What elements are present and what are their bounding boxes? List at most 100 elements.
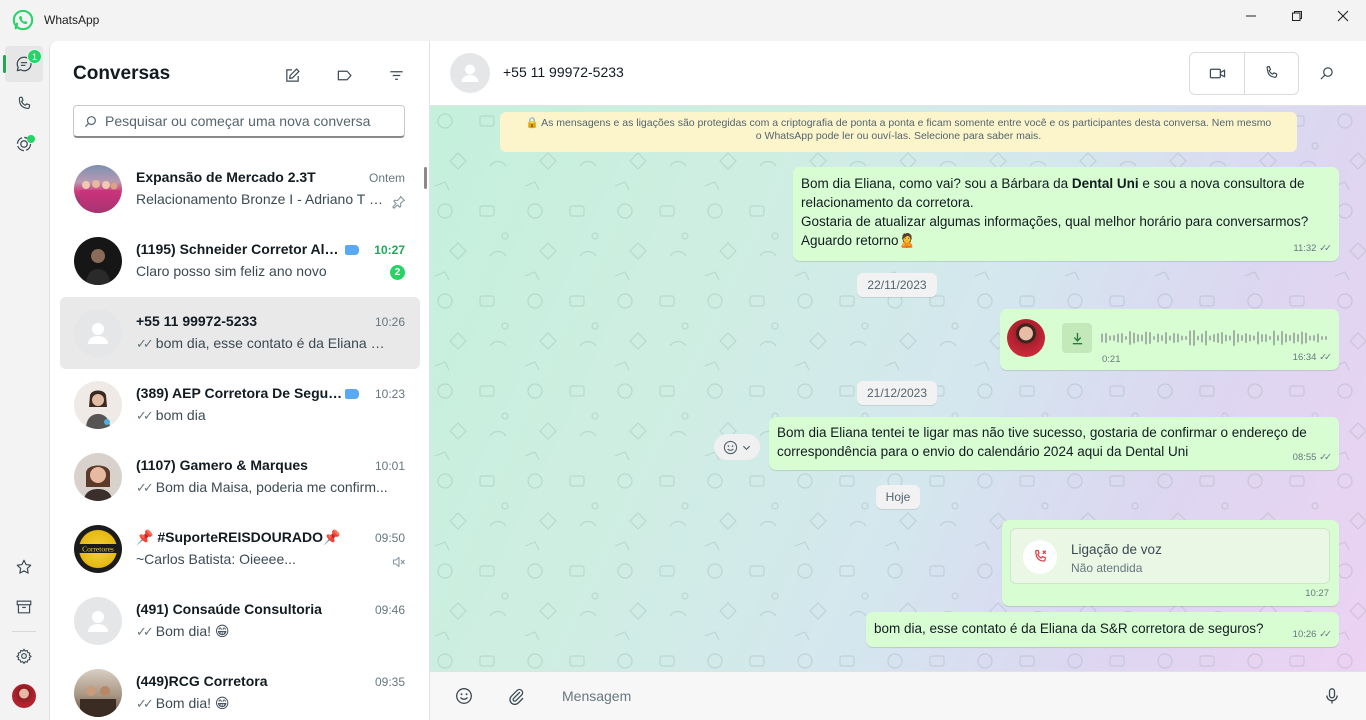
message-input[interactable] [562, 684, 1262, 708]
waveform-bar [1141, 334, 1143, 342]
waveform-bar [1181, 335, 1183, 341]
search-in-chat-button[interactable] [1316, 63, 1336, 83]
waveform-bar [1273, 330, 1275, 346]
outgoing-message[interactable]: bom dia, esse contato é da Eliana da S&R… [866, 612, 1339, 647]
react-button[interactable] [714, 434, 760, 460]
filter-button[interactable] [382, 61, 410, 89]
message-text: bom dia, esse contato é da Eliana da S&R… [874, 621, 1264, 636]
default-avatar [74, 309, 122, 357]
outgoing-audio-message[interactable]: 0:21 16:34 ✓✓ [1000, 309, 1339, 370]
label-tag-icon [345, 245, 359, 255]
waveform-bar [1157, 333, 1159, 343]
waveform-bar [1185, 336, 1187, 340]
chat-item-consaude-consultoria[interactable]: (491) Consaúde Consultoria 09:46 ✓✓ Bom d… [60, 585, 420, 657]
close-button[interactable] [1320, 0, 1366, 32]
chat-list-scrollbar[interactable] [424, 167, 427, 189]
contact-avatar [74, 381, 122, 429]
contact-avatar[interactable] [450, 53, 490, 93]
contact-avatar [74, 237, 122, 285]
label-icon [337, 70, 352, 80]
video-camera-icon [1209, 68, 1225, 79]
outgoing-message[interactable]: Bom dia Eliana, como vai? sou a Bárbara … [793, 167, 1339, 261]
chat-name: (491) Consaúde Consultoria [136, 601, 322, 617]
audio-waveform [1101, 330, 1327, 346]
calls-icon [18, 96, 31, 109]
message-text: Bom dia Eliana, como vai? sou a Bárbara … [801, 176, 1305, 191]
message-meta: 08:55 ✓✓ [1292, 452, 1332, 463]
new-chat-icon [285, 67, 300, 82]
chat-time: 10:26 [374, 315, 405, 329]
rail-starred-button[interactable] [5, 549, 43, 585]
encryption-notice[interactable]: 🔒 As mensagens e as ligações são protegi… [500, 112, 1297, 152]
waveform-bar [1277, 335, 1279, 341]
waveform-bar [1101, 333, 1103, 343]
chat-name: (1195) Schneider Corretor Alex... [136, 241, 339, 257]
chat-name: (389) AEP Corretora De Seguros [136, 385, 346, 401]
missed-call-message[interactable]: Ligação de voz Não atendida 10:27 [1002, 520, 1339, 606]
chat-item-rcg-corretora[interactable]: (449)RCG Corretora 09:35 ✓✓ Bom dia! 😁 [60, 657, 420, 720]
double-check-icon: ✓✓ [136, 408, 154, 423]
waveform-bar [1161, 335, 1163, 341]
rail-settings-button[interactable] [5, 638, 43, 674]
outgoing-message[interactable]: Bom dia Eliana tentei te ligar mas não t… [769, 417, 1339, 470]
waveform-bar [1217, 333, 1219, 343]
waveform-bar [1281, 331, 1283, 345]
sidebar-title: Conversas [73, 63, 171, 84]
call-title: Ligação de voz [1071, 542, 1162, 557]
restore-button[interactable] [1274, 0, 1320, 32]
chat-item-expansao-de-mercado[interactable]: Expansão de Mercado 2.3T Ontem Relaciona… [60, 153, 420, 225]
labels-button[interactable] [330, 61, 358, 89]
contact-name[interactable]: +55 11 99972-5233 [503, 64, 624, 80]
waveform-bar [1145, 331, 1147, 345]
sender-avatar [1007, 319, 1045, 357]
chat-preview: Claro posso sim feliz ano novo [136, 263, 327, 279]
attach-button[interactable] [506, 686, 526, 706]
group-avatar [74, 165, 122, 213]
waveform-bar [1205, 330, 1207, 346]
date-separator: 22/11/2023 [857, 273, 937, 297]
chat-item-aep-corretora[interactable]: (389) AEP Corretora De Seguros 10:23 ✓✓ b… [60, 369, 420, 441]
rail-archived-button[interactable] [5, 589, 43, 625]
chat-item-suporte-reis-dourado[interactable]: Corretores 📌 #SuporteREISDOURADO📌 09:50 … [60, 513, 420, 585]
double-check-icon: ✓✓ [136, 336, 154, 351]
conversation-header: +55 11 99972-5233 [430, 41, 1366, 106]
new-chat-button[interactable] [278, 61, 306, 89]
rail-status-button[interactable] [5, 126, 43, 162]
archive-icon [16, 600, 32, 614]
emoji-button[interactable] [454, 686, 474, 706]
svg-text:Corretores: Corretores [82, 545, 114, 554]
message-composer [430, 671, 1366, 720]
search-input[interactable] [105, 113, 395, 129]
message-text: correspondência para o envio do calendár… [777, 444, 1189, 459]
chat-preview: Relacionamento Bronze I - Adriano T P... [136, 191, 388, 207]
waveform-bar [1213, 334, 1215, 342]
message-area[interactable]: 🔒 As mensagens e as ligações são protegi… [430, 106, 1366, 671]
minimize-icon [1246, 15, 1256, 17]
voice-call-card[interactable]: Ligação de voz Não atendida [1010, 528, 1330, 584]
chat-list: Expansão de Mercado 2.3T Ontem Relaciona… [60, 153, 420, 720]
profile-avatar[interactable] [12, 684, 36, 708]
waveform-bar [1209, 335, 1211, 341]
chat-item-selected-contact[interactable]: +55 11 99972-5233 10:26 ✓✓ bom dia, esse … [60, 297, 420, 369]
chat-list-panel: Conversas Expansão de Mercado 2.3T Ontem… [49, 41, 430, 720]
minimize-button[interactable] [1228, 0, 1274, 32]
voice-call-button[interactable] [1244, 53, 1298, 94]
voice-message-button[interactable] [1322, 686, 1342, 706]
chat-time: 09:35 [374, 675, 405, 689]
download-audio-button[interactable] [1062, 323, 1092, 353]
video-call-button[interactable] [1190, 53, 1244, 94]
waveform-bar [1137, 334, 1139, 342]
microphone-icon [1326, 688, 1338, 704]
waveform-bar [1165, 332, 1167, 344]
chat-item-schneider-corretor[interactable]: (1195) Schneider Corretor Alex... 10:27 … [60, 225, 420, 297]
message-meta: 16:34 ✓✓ [1292, 352, 1332, 363]
waveform-bar [1177, 333, 1179, 343]
search-box[interactable] [73, 105, 405, 138]
chat-item-gamero-marques[interactable]: (1107) Gamero & Marques 10:01 ✓✓ Bom dia … [60, 441, 420, 513]
default-avatar [74, 597, 122, 645]
waveform-bar [1301, 331, 1303, 345]
rail-calls-button[interactable] [5, 86, 43, 122]
waveform-bar [1233, 330, 1235, 346]
chat-time: 10:23 [374, 387, 405, 401]
conversation-panel: +55 11 99972-5233 🔒 As mensagens e as li… [430, 41, 1366, 720]
